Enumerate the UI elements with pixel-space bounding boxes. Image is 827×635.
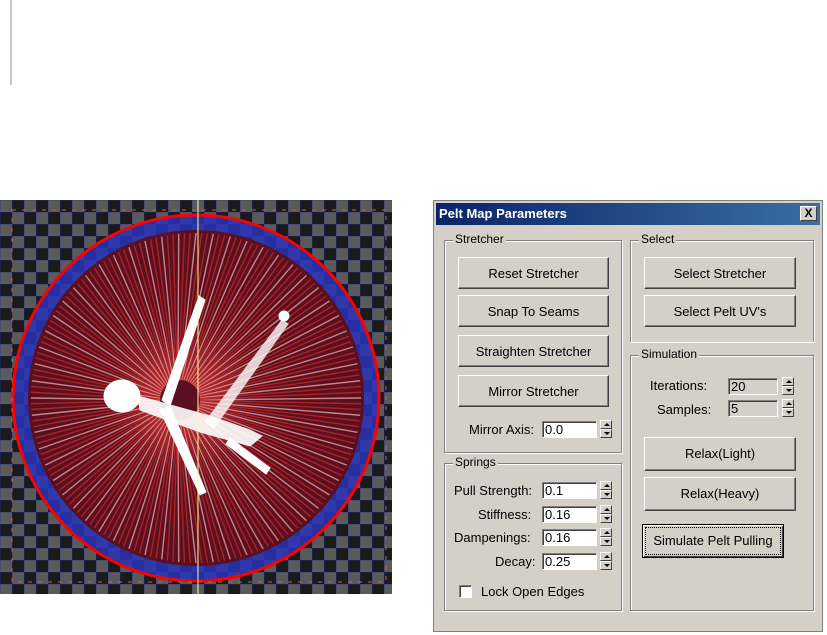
dampenings-spinner[interactable] [600, 528, 612, 546]
pull-strength-spinner[interactable] [600, 481, 612, 499]
pull-strength-label: Pull Strength: [454, 483, 533, 498]
iterations-spinner[interactable] [782, 377, 794, 395]
mirror-axis-spinner[interactable] [600, 420, 612, 438]
reset-stretcher-button[interactable]: Reset Stretcher [458, 257, 609, 289]
select-stretcher-button[interactable]: Select Stretcher [644, 257, 796, 289]
separator-line [10, 0, 12, 85]
lock-open-edges-checkbox[interactable] [459, 585, 472, 598]
snap-to-seams-button[interactable]: Snap To Seams [458, 295, 609, 327]
pelt-map-canvas[interactable] [0, 200, 392, 594]
decay-spinner[interactable] [600, 552, 612, 570]
straighten-stretcher-button[interactable]: Straighten Stretcher [458, 335, 609, 367]
samples-spinner[interactable] [782, 399, 794, 417]
dampenings-field[interactable]: 0.16 [542, 529, 597, 546]
decay-field[interactable]: 0.25 [542, 553, 597, 570]
close-button[interactable]: X [800, 206, 817, 221]
relax-light-button[interactable]: Relax(Light) [644, 437, 796, 471]
simulation-legend: Simulation [639, 347, 700, 361]
pull-strength-field[interactable]: 0.1 [542, 482, 597, 499]
samples-field[interactable]: 5 [728, 400, 778, 417]
dampenings-label: Dampenings: [454, 530, 531, 545]
title-bar[interactable]: Pelt Map Parameters X [436, 203, 820, 225]
springs-group: Springs Pull Strength: 0.1 Stiffness: 0.… [444, 455, 622, 611]
mirror-stretcher-button[interactable]: Mirror Stretcher [458, 375, 609, 407]
stretcher-legend: Stretcher [453, 232, 506, 246]
iterations-field[interactable]: 20 [728, 378, 778, 395]
mirror-axis-label: Mirror Axis: [469, 422, 534, 437]
decay-label: Decay: [495, 554, 536, 569]
simulate-pelt-pulling-button[interactable]: Simulate Pelt Pulling [642, 524, 784, 558]
simulation-group: Simulation Iterations: 20 Samples: 5 Rel… [630, 347, 814, 611]
uv-viewport[interactable] [0, 200, 392, 594]
select-pelt-uvs-button[interactable]: Select Pelt UV's [644, 295, 796, 327]
lock-open-edges-label: Lock Open Edges [481, 584, 585, 599]
select-group: Select Select Stretcher Select Pelt UV's [630, 232, 814, 342]
stiffness-field[interactable]: 0.16 [542, 506, 597, 523]
stiffness-spinner[interactable] [600, 505, 612, 523]
stiffness-label: Stiffness: [478, 507, 532, 522]
stretcher-group: Stretcher Reset Stretcher Snap To Seams … [444, 232, 622, 453]
iterations-label: Iterations: [650, 378, 708, 393]
pelt-map-dialog: Pelt Map Parameters X Stretcher Reset St… [433, 200, 823, 632]
relax-heavy-button[interactable]: Relax(Heavy) [644, 477, 796, 511]
mirror-axis-field[interactable]: 0.0 [542, 421, 597, 438]
select-legend: Select [639, 232, 677, 246]
springs-legend: Springs [453, 455, 498, 469]
samples-label: Samples: [657, 402, 712, 417]
dialog-title: Pelt Map Parameters [439, 206, 567, 221]
